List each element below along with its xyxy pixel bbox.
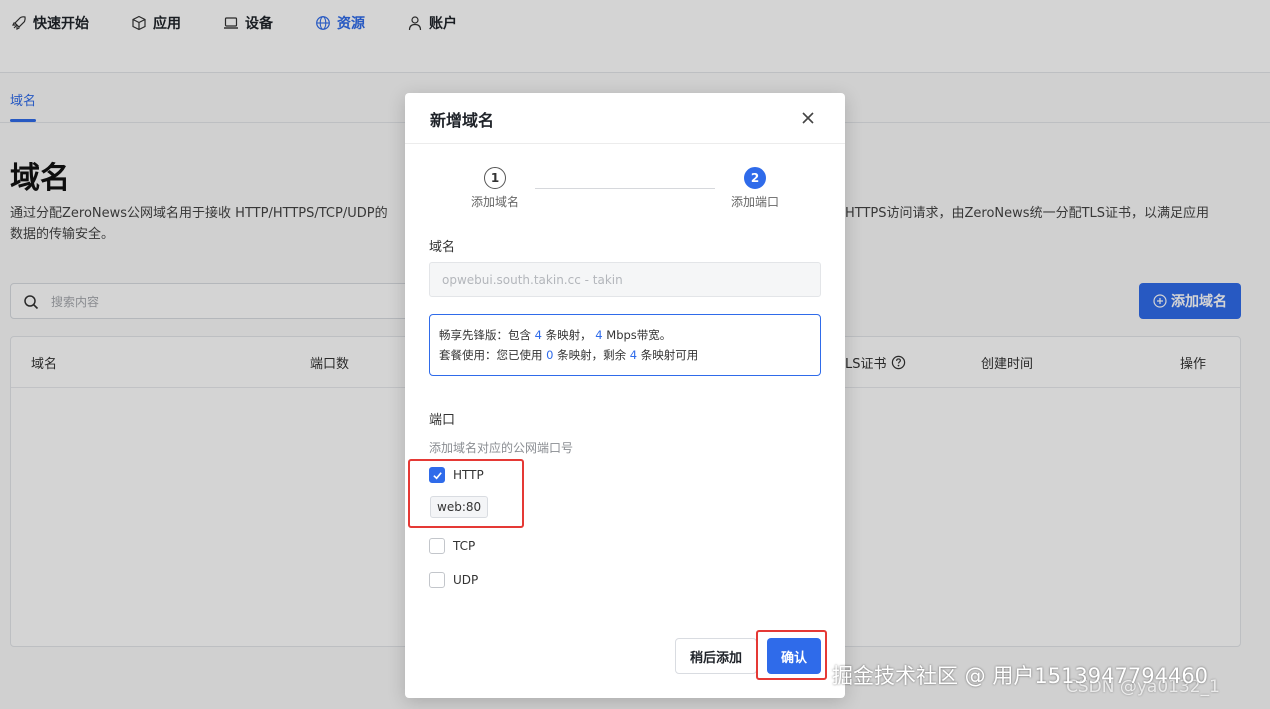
step-add-domain: 1 添加域名 [460, 167, 530, 210]
port-field-label: 端口 [429, 413, 456, 428]
http-checkbox-option[interactable]: HTTP [429, 467, 484, 483]
plan-text: 条映射可用 [640, 348, 699, 362]
plan-info-box: 畅享先锋版：包含 4 条映射， 4 Mbps带宽。 套餐使用：您已使用 0 条映… [429, 314, 821, 376]
plan-text: 条映射，剩余 [557, 348, 627, 362]
plan-line-1: 畅享先锋版：包含 4 条映射， 4 Mbps带宽。 [439, 325, 811, 345]
udp-checkbox[interactable] [429, 572, 445, 588]
udp-checkbox-option[interactable]: UDP [429, 572, 478, 588]
step-add-port: 2 添加端口 [720, 167, 790, 210]
add-later-button[interactable]: 稍后添加 [675, 638, 757, 674]
plan-line-2: 套餐使用：您已使用 0 条映射，剩余 4 条映射可用 [439, 345, 811, 365]
plan-text: Mbps带宽。 [606, 328, 672, 342]
step-label: 添加域名 [470, 195, 519, 209]
tcp-checkbox-option[interactable]: TCP [429, 538, 475, 554]
watermark: 掘金技术社区 @ 用户1513947794460 [832, 664, 1209, 688]
close-icon[interactable] [799, 109, 817, 127]
domain-field [429, 262, 821, 297]
http-checkbox[interactable] [429, 467, 445, 483]
confirm-button[interactable]: 确认 [767, 638, 821, 674]
step-number: 1 [484, 167, 506, 189]
plan-used-count: 0 [546, 348, 554, 362]
checkmark-icon [432, 471, 442, 479]
tcp-checkbox[interactable] [429, 538, 445, 554]
port-hint: 添加域名对应的公网端口号 [429, 441, 574, 455]
modal-title: 新增域名 [430, 111, 495, 130]
modal-header: 新增域名 [405, 93, 845, 144]
tcp-label: TCP [453, 539, 476, 553]
step-number: 2 [744, 167, 766, 189]
step-label: 添加端口 [730, 195, 779, 209]
plan-text: 套餐使用：您已使用 [439, 348, 543, 362]
plan-mapping-count: 4 [534, 328, 542, 342]
add-domain-modal: 新增域名 1 添加域名 2 添加端口 域名 畅享先锋版：包含 4 条映射， 4 … [405, 93, 845, 698]
step-connector [535, 188, 715, 189]
plan-text: 条映射， [545, 328, 592, 342]
domain-field-label: 域名 [429, 240, 456, 255]
plan-text: 畅享先锋版：包含 [439, 328, 531, 342]
udp-label: UDP [453, 573, 479, 587]
http-port-tag[interactable]: web:80 [430, 496, 489, 518]
plan-bandwidth: 4 [595, 328, 603, 342]
http-label: HTTP [453, 468, 484, 482]
plan-remaining-count: 4 [629, 348, 638, 362]
